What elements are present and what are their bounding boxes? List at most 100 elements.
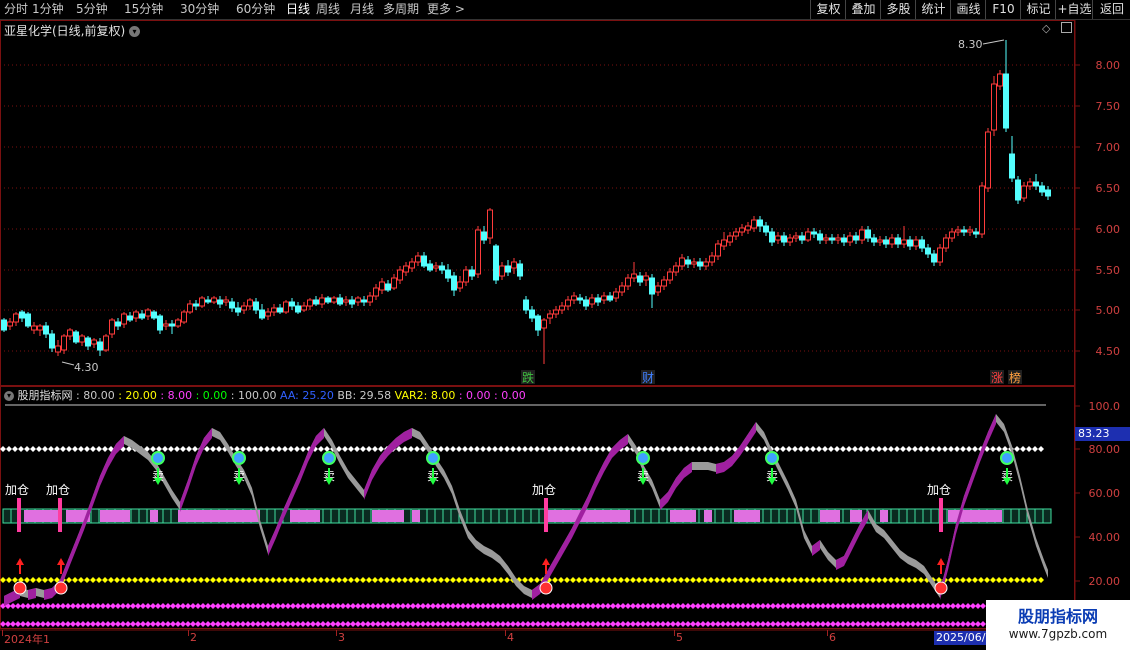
buy-marker <box>934 581 948 595</box>
level-80-marker <box>972 446 978 452</box>
level-80-marker <box>900 446 906 452</box>
level-80-marker <box>576 446 582 452</box>
indicator-value-3: : 0.00 <box>192 389 228 402</box>
candle-body <box>97 341 103 351</box>
candle-body <box>517 263 523 277</box>
band-fill <box>948 510 1002 522</box>
level-80-marker <box>366 446 372 452</box>
level-20-marker <box>456 577 462 583</box>
candle-body <box>1009 153 1015 179</box>
level-80-marker <box>462 446 468 452</box>
level-80-marker <box>288 446 294 452</box>
level-20-marker <box>678 577 684 583</box>
band-fill <box>704 510 712 522</box>
level-80-marker <box>84 446 90 452</box>
level-20-marker <box>390 577 396 583</box>
level-80-marker <box>210 446 216 452</box>
level-80-marker <box>534 446 540 452</box>
level-20-marker <box>600 577 606 583</box>
chevron-down-icon[interactable]: ▾ <box>129 26 141 37</box>
date-label-4: 5 <box>676 631 683 644</box>
level-80-marker <box>486 446 492 452</box>
candle-body <box>739 227 745 233</box>
level-20-marker <box>324 577 330 583</box>
candle-body <box>133 311 139 319</box>
level-80-marker <box>474 446 480 452</box>
level-80-marker <box>588 446 594 452</box>
candle-body <box>385 283 391 291</box>
level-80-marker <box>1020 446 1026 452</box>
candle-body <box>25 313 31 327</box>
oscillator-rise-segment <box>660 492 668 510</box>
candle-body <box>103 335 109 351</box>
level-80-marker <box>342 446 348 452</box>
oscillator-rise-segment <box>612 440 620 458</box>
level-80-marker <box>876 446 882 452</box>
level-20-marker <box>1002 577 1008 583</box>
level-20-marker <box>954 577 960 583</box>
level-80-marker <box>804 446 810 452</box>
level-80-marker <box>600 446 606 452</box>
candle-body <box>697 261 703 267</box>
level-80-marker <box>918 446 924 452</box>
level-20-marker <box>762 577 768 583</box>
level-20-marker <box>288 577 294 583</box>
level-80-marker <box>990 446 996 452</box>
oscillator-rise-segment <box>44 588 52 600</box>
date-tick <box>505 630 506 636</box>
oscillator-rise-segment <box>604 448 612 472</box>
level-20-marker <box>12 577 18 583</box>
level-80-marker <box>558 446 564 452</box>
level-20-marker <box>882 577 888 583</box>
level-80-marker <box>1014 446 1020 452</box>
candle-body <box>367 295 373 303</box>
band <box>2 508 1052 524</box>
oscillator-rise-segment <box>964 474 972 506</box>
candle-body <box>469 269 475 277</box>
level-80-marker <box>54 446 60 452</box>
candle-body <box>937 247 943 263</box>
level-20-marker <box>438 577 444 583</box>
candle-body <box>145 309 151 317</box>
watermark-title: 股朋指标网 <box>1017 607 1098 626</box>
oscillator-rise-segment <box>292 472 300 500</box>
oscillator-rise-segment <box>364 470 372 500</box>
level-20-marker <box>66 577 72 583</box>
level-20-marker <box>444 577 450 583</box>
cursor-date: 2025/06/ <box>934 631 988 645</box>
level-20-marker <box>216 577 222 583</box>
window-toggle-icon[interactable] <box>1061 22 1072 33</box>
price-tick-label: 5.50 <box>1096 264 1121 277</box>
candle-body <box>151 311 157 319</box>
sell-marker <box>765 451 779 465</box>
level-20-marker <box>72 577 78 583</box>
indicator-tick-label: 80.00 <box>1089 443 1121 456</box>
low-arrow <box>61 361 75 366</box>
watermark: 股朋指标网 www.7gpzb.com <box>986 600 1130 650</box>
candle-body <box>91 339 97 345</box>
candle-body <box>313 299 319 305</box>
candle-body <box>235 307 241 313</box>
level-80-marker <box>510 446 516 452</box>
level-80-marker <box>552 446 558 452</box>
candle-body <box>685 259 691 265</box>
candle-body <box>79 335 85 343</box>
level-80-marker <box>894 446 900 452</box>
level-80-marker <box>1032 446 1038 452</box>
level-20-marker <box>486 577 492 583</box>
candle-body <box>157 315 163 331</box>
candle-body <box>475 229 481 275</box>
level-80-marker <box>546 446 552 452</box>
candle-body <box>343 299 349 303</box>
level-20-marker <box>42 577 48 583</box>
date-label-1: 2 <box>190 631 197 644</box>
level-20-marker <box>768 577 774 583</box>
chevron-down-icon[interactable]: ▾ <box>4 391 14 401</box>
candle-body <box>829 237 835 241</box>
level-80-marker <box>522 446 528 452</box>
level-20-marker <box>246 577 252 583</box>
level-80-marker <box>36 446 42 452</box>
level-20-marker <box>702 577 708 583</box>
diamond-icon[interactable]: ◇ <box>1042 22 1050 35</box>
candlestick-chart[interactable]: 8.00 7.50 7.00 6.50 6.00 5.50 5.00 4.50 8.30 4.30… <box>0 0 1130 650</box>
